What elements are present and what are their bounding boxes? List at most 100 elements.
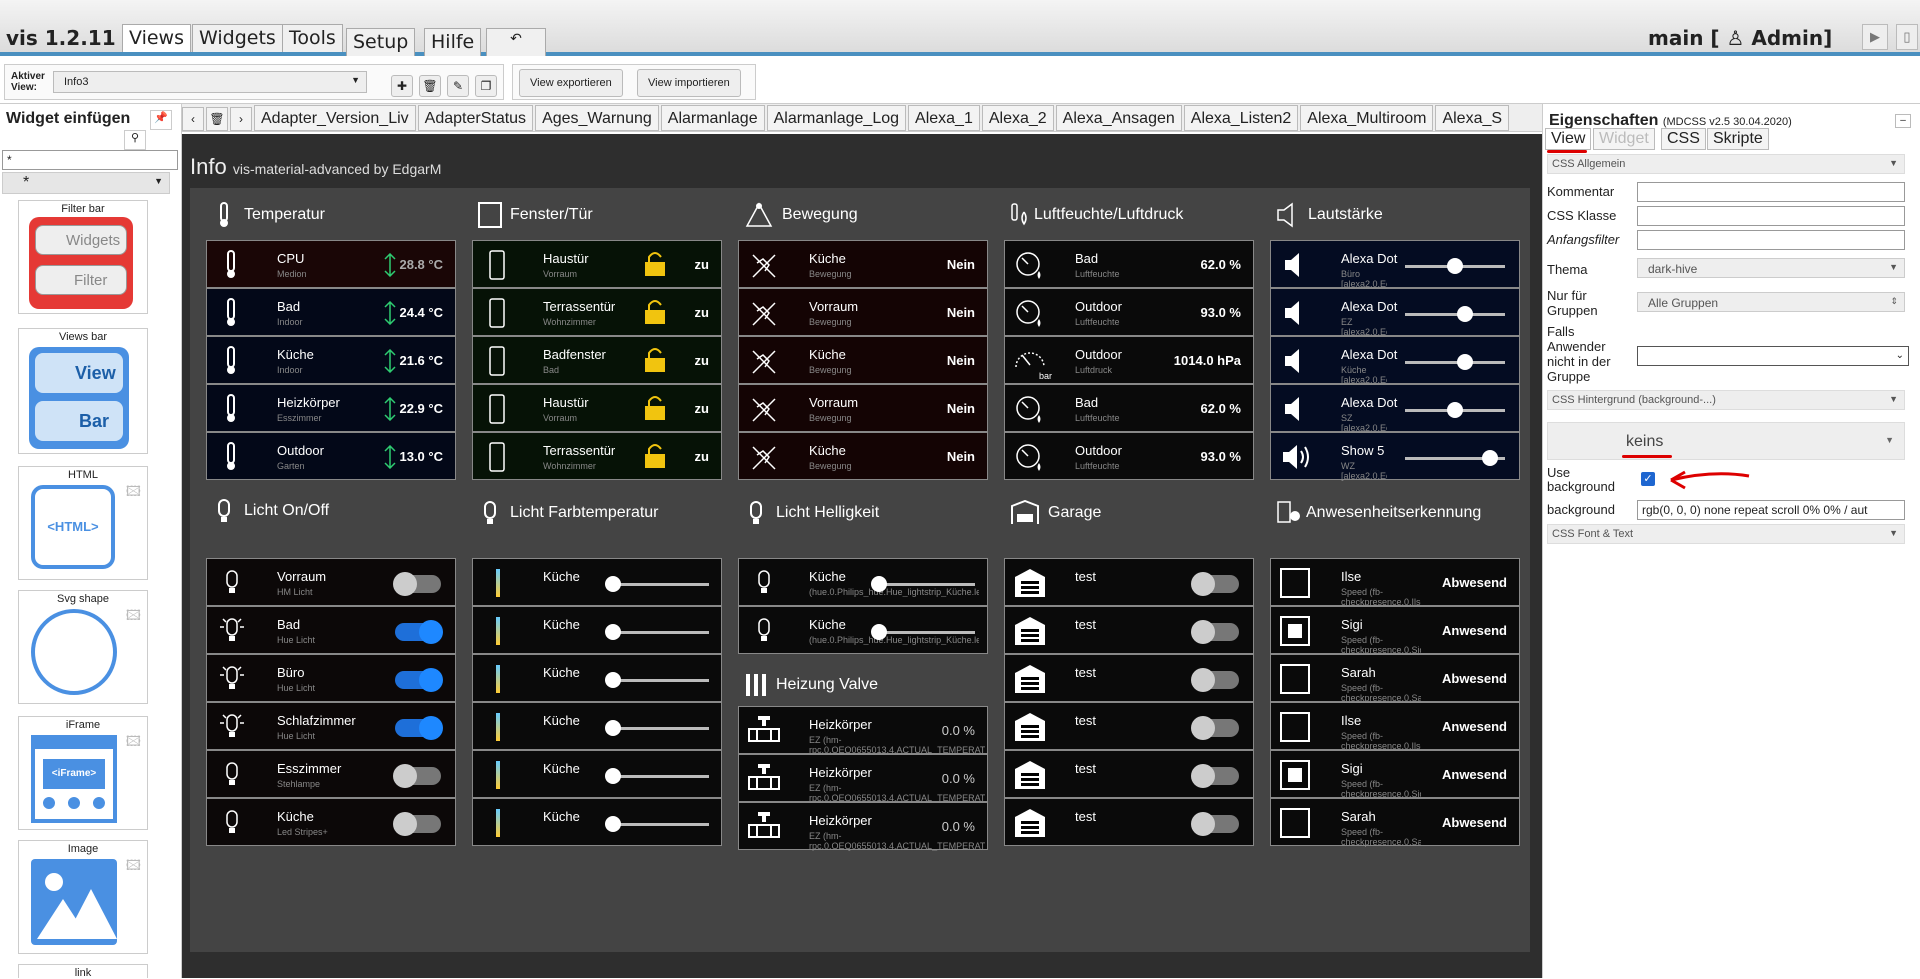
- colortemp-slider[interactable]: [605, 720, 709, 736]
- widget-card-image[interactable]: Image 🖾: [18, 840, 148, 954]
- tabs-delete-button[interactable]: 🗑: [206, 107, 228, 131]
- widget-card-iframe[interactable]: iFrame <iFrame> 🖾: [18, 716, 148, 830]
- gruppen-select[interactable]: Alle Gruppen ⇕: [1637, 292, 1905, 312]
- pin-button[interactable]: 📌: [150, 110, 172, 130]
- view-tab[interactable]: Alexa_2: [981, 105, 1054, 131]
- colortemp-slider[interactable]: [605, 624, 709, 640]
- tabs-next-button[interactable]: ›: [230, 107, 252, 131]
- widget-card-svg-shape[interactable]: Svg shape 🖾: [18, 590, 148, 704]
- colortemp-slider[interactable]: [605, 672, 709, 688]
- volume-slider[interactable]: [1405, 354, 1505, 370]
- use-background-checkbox[interactable]: ✓: [1641, 472, 1655, 486]
- thema-select[interactable]: dark-hive ▼: [1637, 258, 1905, 278]
- search-button[interactable]: ⚲: [124, 130, 146, 150]
- brightness-slider[interactable]: [871, 576, 975, 592]
- export-view-button[interactable]: View exportieren: [519, 69, 623, 97]
- slider-knob[interactable]: [1447, 402, 1463, 418]
- view-tab[interactable]: Alexa_Listen2: [1183, 105, 1299, 131]
- add-view-button[interactable]: ✚: [391, 75, 413, 97]
- menu-tab-hilfe[interactable]: Hilfe: [424, 28, 482, 56]
- tab-css[interactable]: CSS: [1661, 128, 1706, 150]
- slider-knob[interactable]: [605, 576, 621, 592]
- widget-card-link[interactable]: link: [18, 964, 148, 979]
- light-toggle[interactable]: [395, 668, 443, 692]
- garage-toggle[interactable]: [1191, 620, 1239, 644]
- light-toggle[interactable]: [395, 620, 443, 644]
- view-tab[interactable]: Ages_Warnung: [535, 105, 659, 131]
- garage-toggle[interactable]: [1191, 812, 1239, 836]
- brightness-slider[interactable]: [871, 624, 975, 640]
- widget-card-views-bar[interactable]: Views bar View Bar: [18, 328, 148, 454]
- light-toggle[interactable]: [395, 716, 443, 740]
- active-view-select[interactable]: Info3 ▼: [53, 71, 367, 93]
- section-licht: Licht On/Off: [212, 498, 329, 524]
- slider-knob[interactable]: [871, 576, 887, 592]
- volume-slider[interactable]: [1405, 258, 1505, 274]
- menu-tab-setup[interactable]: Setup: [346, 28, 416, 56]
- view-tab[interactable]: Alarmanlage: [660, 105, 765, 131]
- volume-slider[interactable]: [1405, 306, 1505, 322]
- slider-knob[interactable]: [605, 672, 621, 688]
- trend-arrow-icon: [383, 252, 397, 280]
- widget-filter-input[interactable]: *: [2, 150, 178, 170]
- colortemp-slider[interactable]: [605, 576, 709, 592]
- group-css-allgemein[interactable]: CSS Allgemein ▼: [1547, 154, 1905, 174]
- window-button[interactable]: ▯: [1896, 24, 1918, 50]
- view-tab[interactable]: Alexa_Ansagen: [1055, 105, 1182, 131]
- collapse-button[interactable]: –: [1895, 114, 1911, 128]
- background-type-select[interactable]: keins ▼: [1547, 422, 1905, 460]
- background-input[interactable]: rgb(0, 0, 0) none repeat scroll 0% 0% / …: [1637, 500, 1905, 520]
- widget-set-select[interactable]: * ▼: [2, 172, 170, 194]
- menu-tab-widgets[interactable]: Widgets: [192, 24, 283, 52]
- tabs-prev-button[interactable]: ‹: [182, 107, 204, 131]
- tab-skripte[interactable]: Skripte: [1707, 128, 1769, 150]
- import-view-button[interactable]: View importieren: [637, 69, 741, 97]
- garage-toggle[interactable]: [1191, 572, 1239, 596]
- light-toggle[interactable]: [393, 764, 441, 788]
- slider-knob[interactable]: [1482, 450, 1498, 466]
- tab-view[interactable]: View: [1545, 128, 1592, 150]
- slider-knob[interactable]: [605, 720, 621, 736]
- copy-view-button[interactable]: ❐: [475, 75, 497, 97]
- garage-toggle[interactable]: [1191, 716, 1239, 740]
- slider-knob[interactable]: [605, 816, 621, 832]
- tile-value: 22.9 °C: [399, 401, 443, 416]
- menu-tab-views[interactable]: Views: [122, 24, 191, 52]
- widget-card-filter-bar[interactable]: Filter bar Widgets Filter: [18, 200, 148, 314]
- rename-view-button[interactable]: ✎: [447, 75, 469, 97]
- delete-view-button[interactable]: 🗑: [419, 75, 441, 97]
- falls-anwender-select[interactable]: ⌄: [1637, 346, 1909, 366]
- garage-toggle[interactable]: [1191, 668, 1239, 692]
- volume-slider[interactable]: [1405, 402, 1505, 418]
- view-tab[interactable]: AdapterStatus: [417, 105, 534, 131]
- widget-card-html[interactable]: HTML <HTML> 🖾: [18, 466, 148, 580]
- menu-tab-tools[interactable]: Tools: [282, 24, 343, 52]
- light-toggle[interactable]: [393, 812, 441, 836]
- slider-knob[interactable]: [1457, 306, 1473, 322]
- view-tab[interactable]: Adapter_Version_Liv: [254, 105, 416, 131]
- view-tab[interactable]: Alexa_S: [1435, 105, 1510, 131]
- volume-slider[interactable]: [1405, 450, 1505, 466]
- tile-name: Heizkörper: [277, 395, 340, 410]
- group-css-hintergrund[interactable]: CSS Hintergrund (background-...) ▼: [1547, 390, 1905, 410]
- kommentar-input[interactable]: [1637, 182, 1905, 202]
- view-tab[interactable]: Alarmanlage_Log: [766, 105, 907, 131]
- slider-knob[interactable]: [1457, 354, 1473, 370]
- css-klasse-input[interactable]: [1637, 206, 1905, 226]
- view-tab[interactable]: Alexa_Multiroom: [1300, 105, 1434, 131]
- slider-knob[interactable]: [1447, 258, 1463, 274]
- slider-knob[interactable]: [605, 624, 621, 640]
- view-tab[interactable]: Alexa_1: [908, 105, 980, 131]
- colortemp-slider[interactable]: [605, 768, 709, 784]
- garage-toggle[interactable]: [1191, 764, 1239, 788]
- light-toggle[interactable]: [393, 572, 441, 596]
- slider-knob[interactable]: [605, 768, 621, 784]
- tab-widget[interactable]: Widget: [1593, 128, 1655, 150]
- anfangsfilter-input[interactable]: [1637, 230, 1905, 250]
- play-button[interactable]: ▶: [1862, 24, 1888, 50]
- slider-knob[interactable]: [871, 624, 887, 640]
- undo-button[interactable]: ↶: [486, 28, 546, 56]
- group-css-font[interactable]: CSS Font & Text ▼: [1547, 524, 1905, 544]
- tile-name: Terrassentür: [543, 443, 616, 458]
- colortemp-slider[interactable]: [605, 816, 709, 832]
